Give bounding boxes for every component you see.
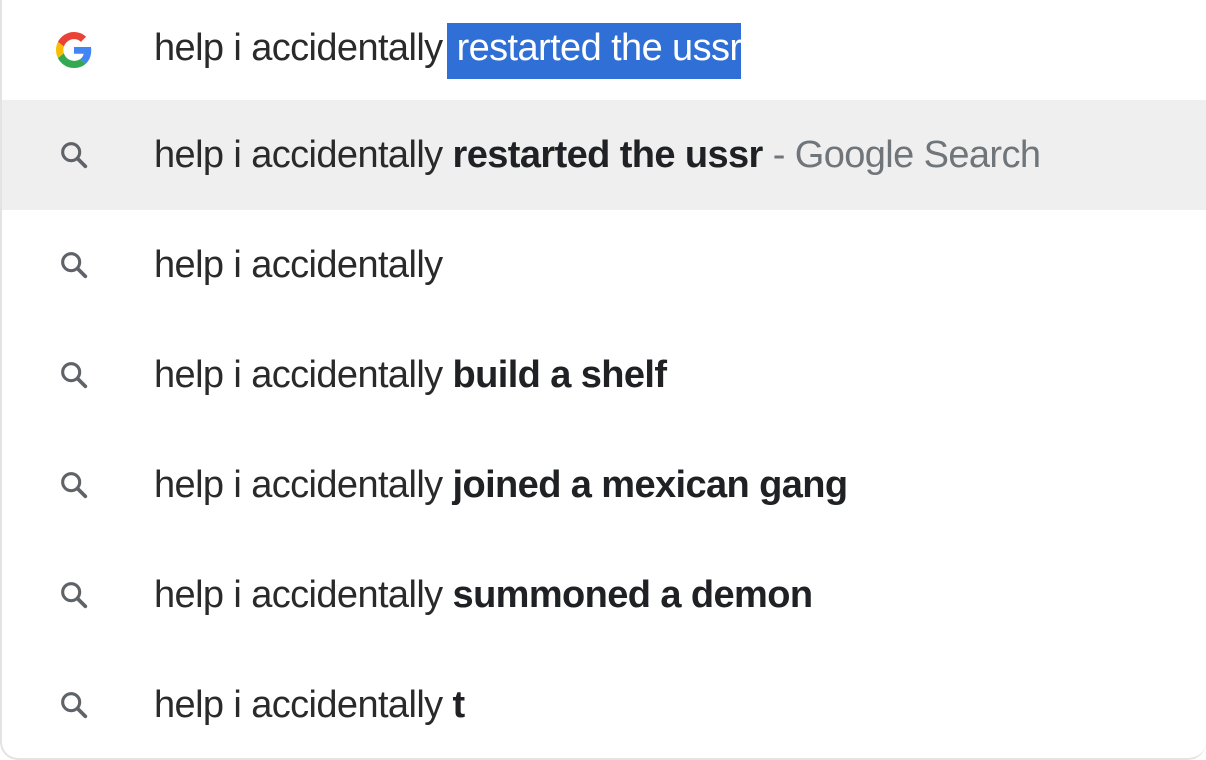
suggestion-item[interactable]: help i accidentally summoned a demon: [2, 540, 1206, 650]
suggestion-text: help i accidentally: [154, 246, 443, 284]
suggestion-item[interactable]: help i accidentally restarted the ussr -…: [2, 100, 1206, 210]
suggestion-text: help i accidentally joined a mexican gan…: [154, 466, 848, 504]
suggestion-text: help i accidentally t: [154, 686, 465, 724]
omnibox-dropdown: help i accidentally restarted the ussr he…: [0, 0, 1206, 760]
autocomplete-selection: restarted the ussr: [446, 23, 742, 79]
omnibox-text[interactable]: help i accidentally restarted the ussr: [154, 23, 742, 79]
suggestion-item[interactable]: help i accidentally joined a mexican gan…: [2, 430, 1206, 540]
suggestion-completion: t: [452, 684, 466, 726]
suggestion-completion: build a shelf: [452, 354, 668, 396]
omnibox-input[interactable]: help i accidentally restarted the ussr: [2, 0, 1206, 110]
suggestion-prefix: help i accidentally: [154, 574, 443, 616]
suggestion-prefix: help i accidentally: [154, 134, 443, 176]
suggestion-completion: restarted the ussr: [452, 134, 764, 176]
search-icon: [54, 575, 94, 615]
suggestion-prefix: help i accidentally: [154, 684, 443, 726]
google-g-icon: [54, 30, 94, 70]
typed-text: help i accidentally: [154, 27, 443, 69]
suggestion-text: help i accidentally restarted the ussr -…: [154, 134, 1041, 176]
search-icon: [54, 355, 94, 395]
suggestion-prefix: help i accidentally: [154, 464, 443, 506]
suggestion-prefix: help i accidentally: [154, 354, 443, 396]
search-icon: [54, 245, 94, 285]
search-icon: [54, 135, 94, 175]
search-icon: [54, 685, 94, 725]
search-icon: [54, 465, 94, 505]
suggestion-text: help i accidentally summoned a demon: [154, 574, 814, 616]
suggestion-prefix: help i accidentally: [154, 244, 443, 286]
suggestion-completion: joined a mexican gang: [452, 464, 849, 506]
suggestion-completion: summoned a demon: [452, 574, 814, 616]
suggestion-item[interactable]: help i accidentally t: [2, 650, 1206, 760]
suggestion-item[interactable]: help i accidentally build a shelf: [2, 320, 1206, 430]
suggestion-text: help i accidentally build a shelf: [154, 354, 668, 396]
suggestion-suffix: - Google Search: [772, 134, 1041, 176]
suggestion-item[interactable]: help i accidentally: [2, 210, 1206, 320]
